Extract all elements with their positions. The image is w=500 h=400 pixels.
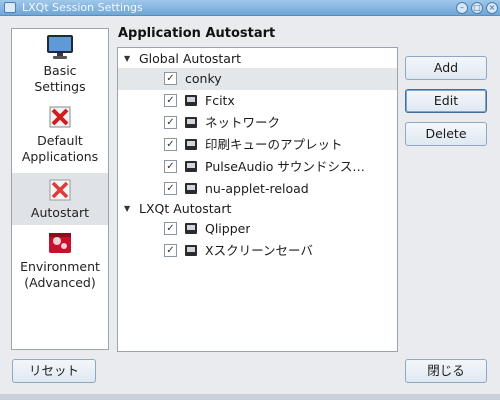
maximize-icon[interactable]: □	[471, 2, 483, 14]
tree-group-lxqt[interactable]: ▼ LXQt Autostart	[118, 198, 397, 220]
application-icon	[185, 95, 197, 106]
default-apps-icon	[49, 106, 71, 128]
sidebar-item-environment[interactable]: Environment (Advanced)	[12, 229, 108, 299]
autostart-checkbox[interactable]: ✓	[164, 244, 177, 257]
application-icon	[185, 223, 197, 234]
item-label: Xスクリーンセーバ	[205, 243, 313, 258]
expand-arrow-icon[interactable]: ▼	[124, 198, 130, 220]
application-icon	[185, 183, 197, 194]
minimize-icon[interactable]: –	[456, 2, 468, 14]
sidebar-item-label: Autostart	[30, 205, 90, 220]
page-title: Application Autostart	[118, 26, 276, 41]
autostart-checkbox[interactable]: ✓	[164, 116, 177, 129]
title-bar[interactable]: LXQt Session Settings – □ ×	[0, 0, 500, 16]
item-label: Qlipper	[205, 221, 251, 236]
application-icon	[185, 245, 197, 256]
reset-button[interactable]: リセット	[12, 359, 96, 383]
autostart-icon	[49, 179, 71, 201]
edit-button[interactable]: Edit	[405, 89, 487, 113]
autostart-checkbox[interactable]: ✓	[164, 160, 177, 173]
delete-button[interactable]: Delete	[405, 122, 487, 146]
application-icon	[185, 161, 197, 172]
window-title: LXQt Session Settings	[22, 1, 143, 14]
sidebar-item-basic-settings[interactable]: Basic Settings	[12, 33, 108, 99]
autostart-checkbox[interactable]: ✓	[164, 182, 177, 195]
sidebar-item-label: Basic Settings	[34, 63, 86, 94]
environment-icon	[49, 233, 71, 253]
list-item[interactable]: ✓ Qlipper	[118, 218, 397, 240]
list-item[interactable]: ✓ ネットワーク	[118, 112, 397, 134]
item-label: conky	[185, 71, 222, 86]
sidebar-item-label: Environment (Advanced)	[20, 259, 100, 290]
sidebar: Basic Settings Default Applications Auto…	[11, 28, 109, 350]
item-label: PulseAudio サウンドシス…	[205, 159, 365, 174]
item-label: 印刷キューのアプレット	[205, 137, 343, 152]
item-label: Fcitx	[205, 93, 235, 108]
autostart-checkbox[interactable]: ✓	[164, 138, 177, 151]
list-item[interactable]: ✓ 印刷キューのアプレット	[118, 134, 397, 156]
tree-group-global[interactable]: ▼ Global Autostart	[118, 48, 397, 70]
list-item[interactable]: ✓ nu-applet-reload	[118, 178, 397, 200]
sidebar-item-default-applications[interactable]: Default Applications	[12, 103, 108, 169]
application-icon	[185, 139, 197, 150]
item-label: ネットワーク	[205, 115, 281, 130]
group-label: LXQt Autostart	[139, 201, 232, 216]
list-item[interactable]: ✓ PulseAudio サウンドシス…	[118, 156, 397, 178]
autostart-tree[interactable]: ▼ Global Autostart ✓ conky ✓ Fcitx ✓ ネット…	[117, 47, 398, 352]
expand-arrow-icon[interactable]: ▼	[124, 48, 130, 70]
item-label: nu-applet-reload	[205, 181, 309, 196]
application-icon	[185, 117, 197, 128]
sidebar-item-label: Default Applications	[21, 133, 99, 164]
app-icon[interactable]	[4, 2, 16, 13]
close-icon[interactable]: ×	[486, 2, 498, 14]
close-button[interactable]: 閉じる	[405, 359, 487, 383]
monitor-icon	[47, 35, 73, 59]
autostart-checkbox[interactable]: ✓	[164, 222, 177, 235]
list-item[interactable]: ✓ Xスクリーンセーバ	[118, 240, 397, 262]
sidebar-item-autostart[interactable]: Autostart	[12, 173, 108, 225]
window-bottom-edge	[0, 394, 500, 400]
group-label: Global Autostart	[139, 51, 241, 66]
autostart-checkbox[interactable]: ✓	[164, 72, 177, 85]
list-item[interactable]: ✓ Fcitx	[118, 90, 397, 112]
add-button[interactable]: Add	[405, 56, 487, 80]
list-item[interactable]: ✓ conky	[118, 68, 397, 90]
autostart-checkbox[interactable]: ✓	[164, 94, 177, 107]
